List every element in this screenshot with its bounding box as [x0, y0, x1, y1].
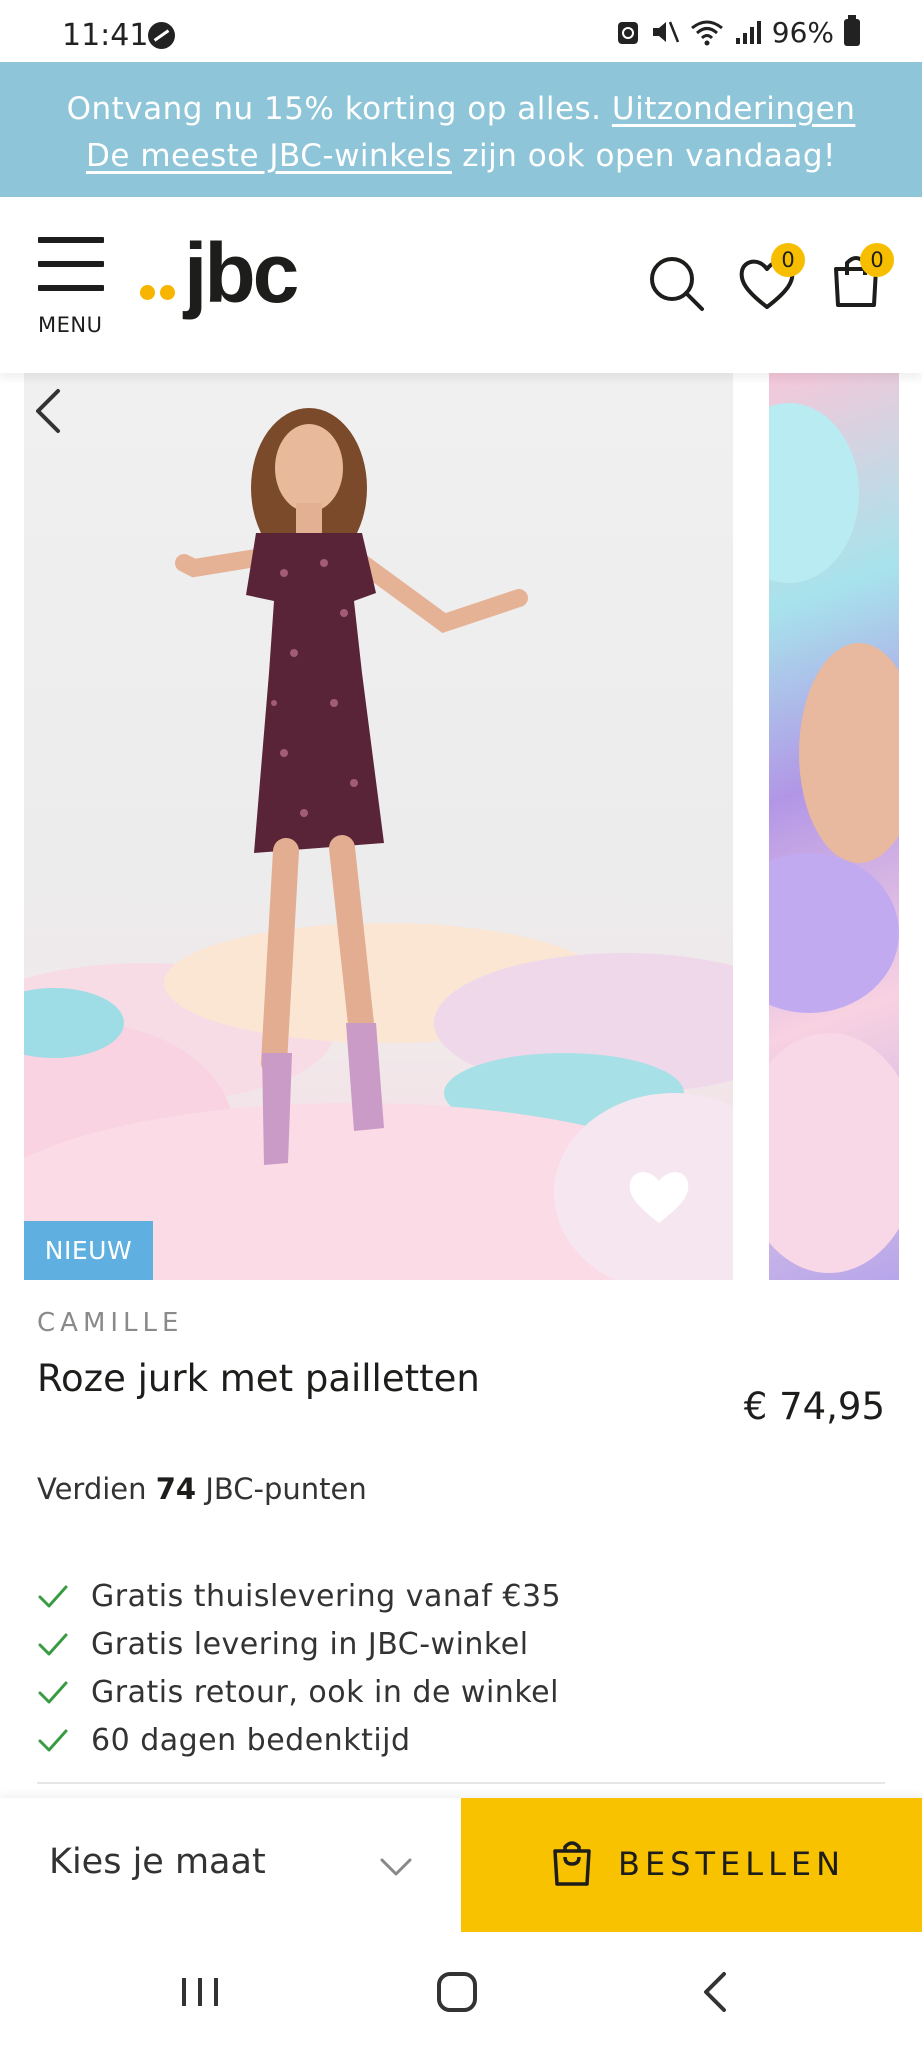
system-navigation-bar: [0, 1932, 922, 2048]
order-button-label: BESTELLEN: [618, 1845, 846, 1883]
logo-text: jbc: [184, 226, 299, 320]
hamburger-icon-bar: [38, 261, 104, 267]
back-icon[interactable]: [686, 1962, 746, 2022]
product-brand: CAMILLE: [37, 1308, 184, 1338]
cart-button[interactable]: 0: [830, 243, 900, 319]
checkmark-icon: [38, 1681, 68, 1704]
next-photo-illustration: [769, 403, 899, 1273]
mute-icon: [652, 21, 679, 43]
wishlist-button[interactable]: 0: [736, 243, 806, 319]
logo-dot: [160, 285, 175, 300]
hamburger-icon-bar: [38, 285, 104, 291]
points-suffix: JBC-punten: [205, 1472, 367, 1506]
exceptions-link[interactable]: Uitzonderingen: [612, 91, 856, 127]
product-title: Roze jurk met pailletten: [37, 1357, 480, 1400]
logo-dot: [140, 285, 155, 300]
points-value: 74: [155, 1472, 197, 1506]
promo-line-1: Ontvang nu 15% korting op alles. Uitzond…: [0, 86, 922, 133]
recent-apps-icon[interactable]: [170, 1962, 230, 2022]
menu-label: MENU: [38, 313, 103, 337]
favorite-heart-icon[interactable]: [624, 1163, 694, 1227]
jbc-logo[interactable]: jbc: [140, 231, 330, 325]
divider: [37, 1782, 885, 1784]
menu-button[interactable]: MENU: [36, 237, 106, 342]
status-bar: 11:41 96%: [0, 0, 922, 62]
promo-text-2: zijn ook open vandaag!: [462, 138, 836, 174]
checkmark-icon: [38, 1585, 68, 1608]
promo-banner: Ontvang nu 15% korting op alles. Uitzond…: [0, 62, 922, 197]
signal-icon: [735, 21, 761, 44]
checkmark-icon: [38, 1729, 68, 1752]
status-icons: 96%: [616, 14, 860, 49]
shopping-bag-icon: [553, 1841, 591, 1886]
purchase-bar: Kies je maat BESTELLEN: [0, 1798, 922, 1932]
checkmark-icon: [38, 1633, 68, 1656]
loyalty-points: Verdien 74 JBC-punten: [37, 1472, 367, 1506]
next-product-image[interactable]: [769, 373, 899, 1280]
stores-link[interactable]: De meeste JBC-winkels: [86, 138, 452, 174]
chevron-left-icon[interactable]: [30, 385, 70, 437]
cart-count-badge: 0: [860, 243, 894, 277]
promo-line-2: De meeste JBC-winkels zijn ook open vand…: [0, 133, 922, 180]
recycle-icon: [617, 22, 638, 44]
product-image-carousel[interactable]: NIEUW: [0, 373, 922, 1280]
battery-percent: 96%: [771, 15, 834, 49]
usp-text: Gratis retour, ook in de winkel: [91, 1674, 559, 1710]
do-not-disturb-icon: [148, 22, 175, 49]
home-icon[interactable]: [427, 1962, 487, 2022]
new-badge: NIEUW: [24, 1221, 153, 1280]
product-image[interactable]: [24, 373, 733, 1280]
chevron-down-icon: [380, 1858, 412, 1876]
site-header: MENU jbc 0 0: [0, 197, 922, 373]
wifi-icon: [690, 20, 723, 46]
usp-item: Gratis retour, ook in de winkel: [37, 1668, 561, 1716]
size-select-label: Kies je maat: [49, 1842, 266, 1882]
usp-list: Gratis thuislevering vanaf €35 Gratis le…: [37, 1572, 561, 1764]
battery-icon: [844, 14, 860, 46]
size-select[interactable]: Kies je maat: [0, 1798, 461, 1932]
hamburger-icon: [38, 237, 104, 243]
order-button[interactable]: BESTELLEN: [461, 1798, 922, 1932]
promo-text: Ontvang nu 15% korting op alles.: [66, 91, 602, 127]
points-prefix: Verdien: [37, 1472, 147, 1506]
search-icon[interactable]: [646, 253, 708, 315]
product-photo-illustration: [24, 408, 733, 1280]
usp-text: Gratis thuislevering vanaf €35: [91, 1578, 562, 1614]
wishlist-count-badge: 0: [771, 243, 805, 277]
usp-item: Gratis levering in JBC-winkel: [37, 1620, 561, 1668]
usp-text: Gratis levering in JBC-winkel: [91, 1626, 529, 1662]
usp-item: Gratis thuislevering vanaf €35: [37, 1572, 561, 1620]
usp-item: 60 dagen bedenktijd: [37, 1716, 561, 1764]
status-time: 11:41: [62, 18, 149, 53]
product-price: € 74,95: [743, 1385, 885, 1428]
usp-text: 60 dagen bedenktijd: [91, 1722, 411, 1758]
